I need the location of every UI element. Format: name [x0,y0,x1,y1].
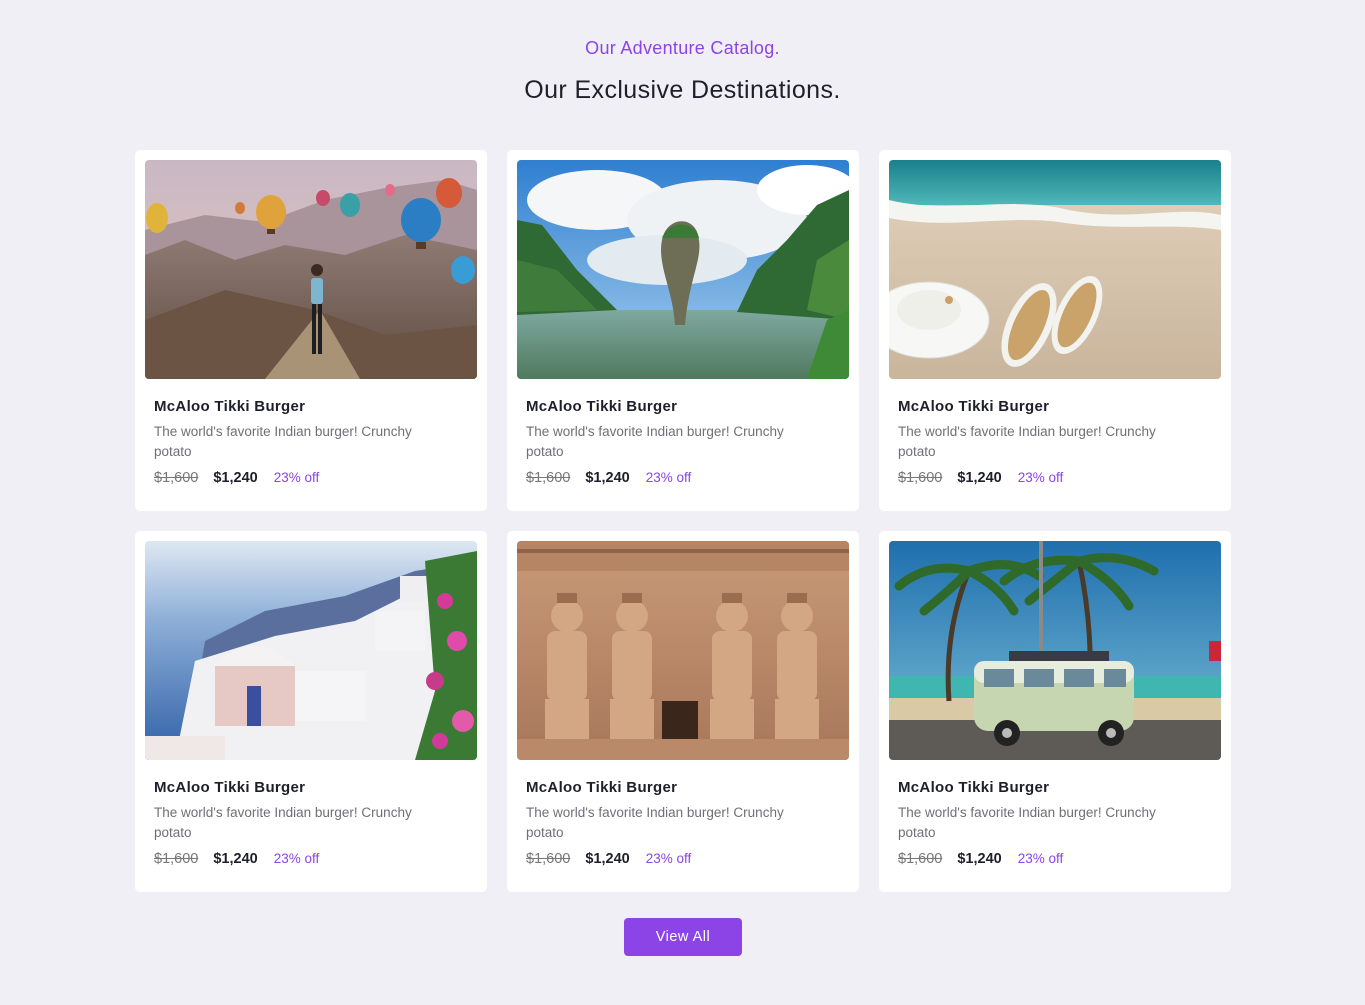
discount-badge: 23% off [1017,470,1064,485]
discount-badge: 23% off [645,851,692,866]
destination-card[interactable]: McAloo Tikki Burger The world's favorite… [879,531,1231,892]
price-row: $1,600 $1,240 23% off [526,470,840,486]
sale-price: $1,240 [957,851,1002,867]
destination-card[interactable]: McAloo Tikki Burger The world's favorite… [135,150,487,511]
sale-price: $1,240 [213,470,258,486]
original-price: $1,600 [898,851,943,867]
sale-price: $1,240 [585,851,630,867]
sale-price: $1,240 [957,470,1002,486]
destination-description: The world's favorite Indian burger! Crun… [154,424,412,459]
original-price: $1,600 [526,851,571,867]
original-price: $1,600 [154,851,199,867]
destination-description: The world's favorite Indian burger! Crun… [898,805,1156,840]
destination-card[interactable]: McAloo Tikki Burger The world's favorite… [507,150,859,511]
destination-title[interactable]: McAloo Tikki Burger [154,779,468,796]
destination-description: The world's favorite Indian burger! Crun… [154,805,412,840]
discount-badge: 23% off [645,470,692,485]
section-heading: Our Exclusive Destinations. [524,76,841,104]
destination-description: The world's favorite Indian burger! Crun… [526,805,784,840]
destination-title[interactable]: McAloo Tikki Burger [526,398,840,415]
destination-image[interactable] [145,160,477,379]
price-row: $1,600 $1,240 23% off [898,851,1212,867]
section-eyebrow: Our Adventure Catalog. [585,38,780,58]
destination-image[interactable] [145,541,477,760]
destination-image[interactable] [889,160,1221,379]
discount-badge: 23% off [273,851,320,866]
destination-description: The world's favorite Indian burger! Crun… [898,424,1156,459]
destination-description: The world's favorite Indian burger! Crun… [526,424,784,459]
destination-image[interactable] [517,541,849,760]
destination-card[interactable]: McAloo Tikki Burger The world's favorite… [879,150,1231,511]
view-all-button[interactable]: View All [624,918,742,956]
discount-badge: 23% off [273,470,320,485]
destination-title[interactable]: McAloo Tikki Burger [898,779,1212,796]
sale-price: $1,240 [585,470,630,486]
discount-badge: 23% off [1017,851,1064,866]
price-row: $1,600 $1,240 23% off [898,470,1212,486]
price-row: $1,600 $1,240 23% off [154,470,468,486]
price-row: $1,600 $1,240 23% off [154,851,468,867]
destination-card[interactable]: McAloo Tikki Burger The world's favorite… [135,531,487,892]
destination-card[interactable]: McAloo Tikki Burger The world's favorite… [507,531,859,892]
destination-image[interactable] [517,160,849,379]
destination-title[interactable]: McAloo Tikki Burger [526,779,840,796]
original-price: $1,600 [154,470,199,486]
destination-title[interactable]: McAloo Tikki Burger [898,398,1212,415]
destination-title[interactable]: McAloo Tikki Burger [154,398,468,415]
sale-price: $1,240 [213,851,258,867]
price-row: $1,600 $1,240 23% off [526,851,840,867]
destination-image[interactable] [889,541,1221,760]
original-price: $1,600 [898,470,943,486]
original-price: $1,600 [526,470,571,486]
destinations-section: Our Adventure Catalog. Our Exclusive Des… [0,0,1365,1005]
destinations-grid: McAloo Tikki Burger The world's favorite… [135,150,1231,892]
